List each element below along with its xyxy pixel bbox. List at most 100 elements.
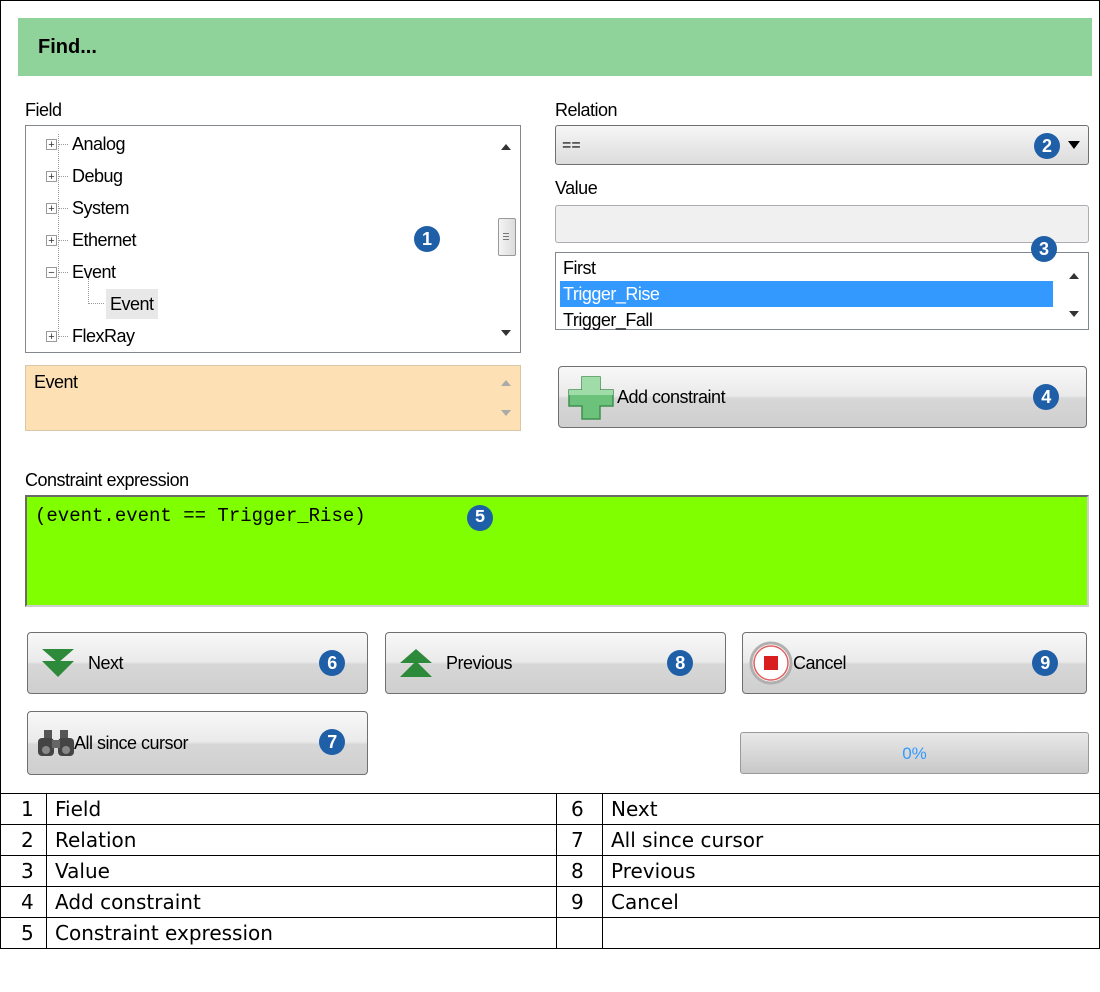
expand-icon[interactable]: + (46, 203, 57, 215)
grip-line (503, 233, 509, 234)
legend-row: 3 Value 8 Previous (0, 855, 1100, 887)
add-constraint-button[interactable]: Add constraint 4 (558, 366, 1087, 428)
callout-badge-6: 6 (319, 650, 345, 676)
expand-icon[interactable]: + (46, 331, 57, 343)
legend-number: 5 (0, 917, 47, 949)
legend-table: 1 Field 6 Next 2 Relation 7 All since cu… (0, 793, 1100, 949)
legend-text: Cancel (602, 886, 1100, 918)
all-since-cursor-button[interactable]: All since cursor 7 (27, 711, 368, 775)
expand-icon[interactable]: + (46, 139, 57, 151)
tree-node-system[interactable]: System (72, 193, 130, 223)
scroll-up-icon[interactable] (501, 144, 511, 150)
callout-badge-3: 3 (1031, 236, 1057, 262)
relation-label: Relation (555, 100, 618, 120)
tree-connector (58, 336, 68, 337)
plus-icon (568, 376, 614, 420)
legend-number: 1 (0, 793, 47, 825)
legend-number: 6 (556, 793, 603, 825)
next-button[interactable]: Next 6 (27, 632, 368, 694)
grip-line (503, 236, 509, 237)
progress-text: 0% (902, 744, 927, 763)
progress-bar: 0% (740, 732, 1089, 774)
scroll-up-icon[interactable] (1069, 273, 1079, 279)
value-input[interactable] (555, 205, 1089, 243)
value-label: Value (555, 178, 598, 198)
legend-row: 1 Field 6 Next (0, 793, 1100, 825)
tree-node-debug[interactable]: Debug (72, 161, 123, 191)
constraint-expression-label: Constraint expression (25, 470, 189, 490)
callout-badge-2: 2 (1034, 133, 1060, 159)
callout-badge-8: 8 (667, 650, 693, 676)
value-list[interactable]: First Trigger_Rise Trigger_Fall (555, 252, 1089, 330)
field-label: Field (25, 100, 62, 120)
scroll-thumb[interactable] (498, 218, 516, 256)
callout-badge-4: 4 (1033, 384, 1059, 410)
cancel-label: Cancel (793, 653, 847, 673)
previous-label: Previous (446, 653, 513, 673)
legend-text: Add constraint (46, 886, 557, 918)
legend-number: 8 (556, 855, 603, 887)
chevron-down-icon[interactable] (1068, 141, 1080, 149)
relation-selected: == (562, 137, 581, 154)
tree-line (88, 278, 89, 304)
legend-text: Next (602, 793, 1100, 825)
add-constraint-label: Add constraint (617, 387, 726, 407)
field-description: Event (25, 365, 521, 431)
legend-row: 5 Constraint expression (0, 917, 1100, 949)
legend-text: Previous (602, 855, 1100, 887)
value-list-scrollbar[interactable] (1062, 253, 1088, 329)
scroll-up-icon[interactable] (501, 380, 511, 386)
tree-connector (58, 176, 68, 177)
tree-connector (88, 303, 104, 304)
callout-badge-5: 5 (467, 505, 493, 531)
expand-icon[interactable]: + (46, 235, 57, 247)
double-chevron-up-icon (400, 649, 432, 677)
field-description-text: Event (34, 372, 78, 392)
field-tree[interactable]: + Analog + Debug + System + Ethernet − E… (25, 125, 521, 353)
tree-connector (58, 272, 68, 273)
value-option-trigger-rise[interactable]: Trigger_Rise (560, 281, 1053, 307)
legend-text: Field (46, 793, 557, 825)
callout-badge-7: 7 (319, 729, 345, 755)
constraint-expression-input[interactable]: (event.event == Trigger_Rise) 5 (25, 495, 1089, 607)
legend-number: 4 (0, 886, 47, 918)
double-chevron-down-icon (42, 649, 74, 677)
legend-text: Relation (46, 824, 557, 856)
relation-dropdown[interactable]: == (555, 125, 1089, 165)
legend-row: 2 Relation 7 All since cursor (0, 824, 1100, 856)
description-scrollbar[interactable] (494, 366, 520, 430)
legend-number (556, 917, 603, 949)
collapse-icon[interactable]: − (46, 267, 57, 279)
callout-badge-9: 9 (1032, 650, 1058, 676)
cancel-button[interactable]: Cancel 9 (742, 632, 1087, 694)
scroll-down-icon[interactable] (1069, 311, 1079, 317)
tree-connector (58, 240, 68, 241)
tree-node-event-child[interactable]: Event (106, 289, 158, 319)
tree-line (58, 134, 59, 339)
grip-line (503, 239, 509, 240)
legend-number: 3 (0, 855, 47, 887)
tree-connector (58, 208, 68, 209)
legend-text: Constraint expression (46, 917, 557, 949)
tree-scrollbar[interactable] (494, 126, 520, 352)
legend-number: 9 (556, 886, 603, 918)
expand-icon[interactable]: + (46, 171, 57, 183)
dialog-title: Find... (18, 18, 1092, 76)
previous-button[interactable]: Previous 8 (385, 632, 726, 694)
stop-icon (749, 641, 793, 685)
value-option-first[interactable]: First (560, 255, 596, 281)
callout-badge-1: 1 (414, 226, 440, 252)
legend-text: All since cursor (602, 824, 1100, 856)
tree-node-flexray[interactable]: FlexRay (72, 321, 135, 351)
scroll-down-icon[interactable] (501, 330, 511, 336)
next-label: Next (88, 653, 124, 673)
value-option-trigger-fall[interactable]: Trigger_Fall (560, 307, 653, 333)
constraint-expression-text: (event.event == Trigger_Rise) (35, 505, 366, 527)
tree-node-ethernet[interactable]: Ethernet (72, 225, 137, 255)
legend-row: 4 Add constraint 9 Cancel (0, 886, 1100, 918)
scroll-down-icon[interactable] (501, 410, 511, 416)
legend-number: 2 (0, 824, 47, 856)
tree-node-event[interactable]: Event (72, 257, 116, 287)
tree-node-analog[interactable]: Analog (72, 129, 126, 159)
binoculars-icon (38, 730, 74, 756)
